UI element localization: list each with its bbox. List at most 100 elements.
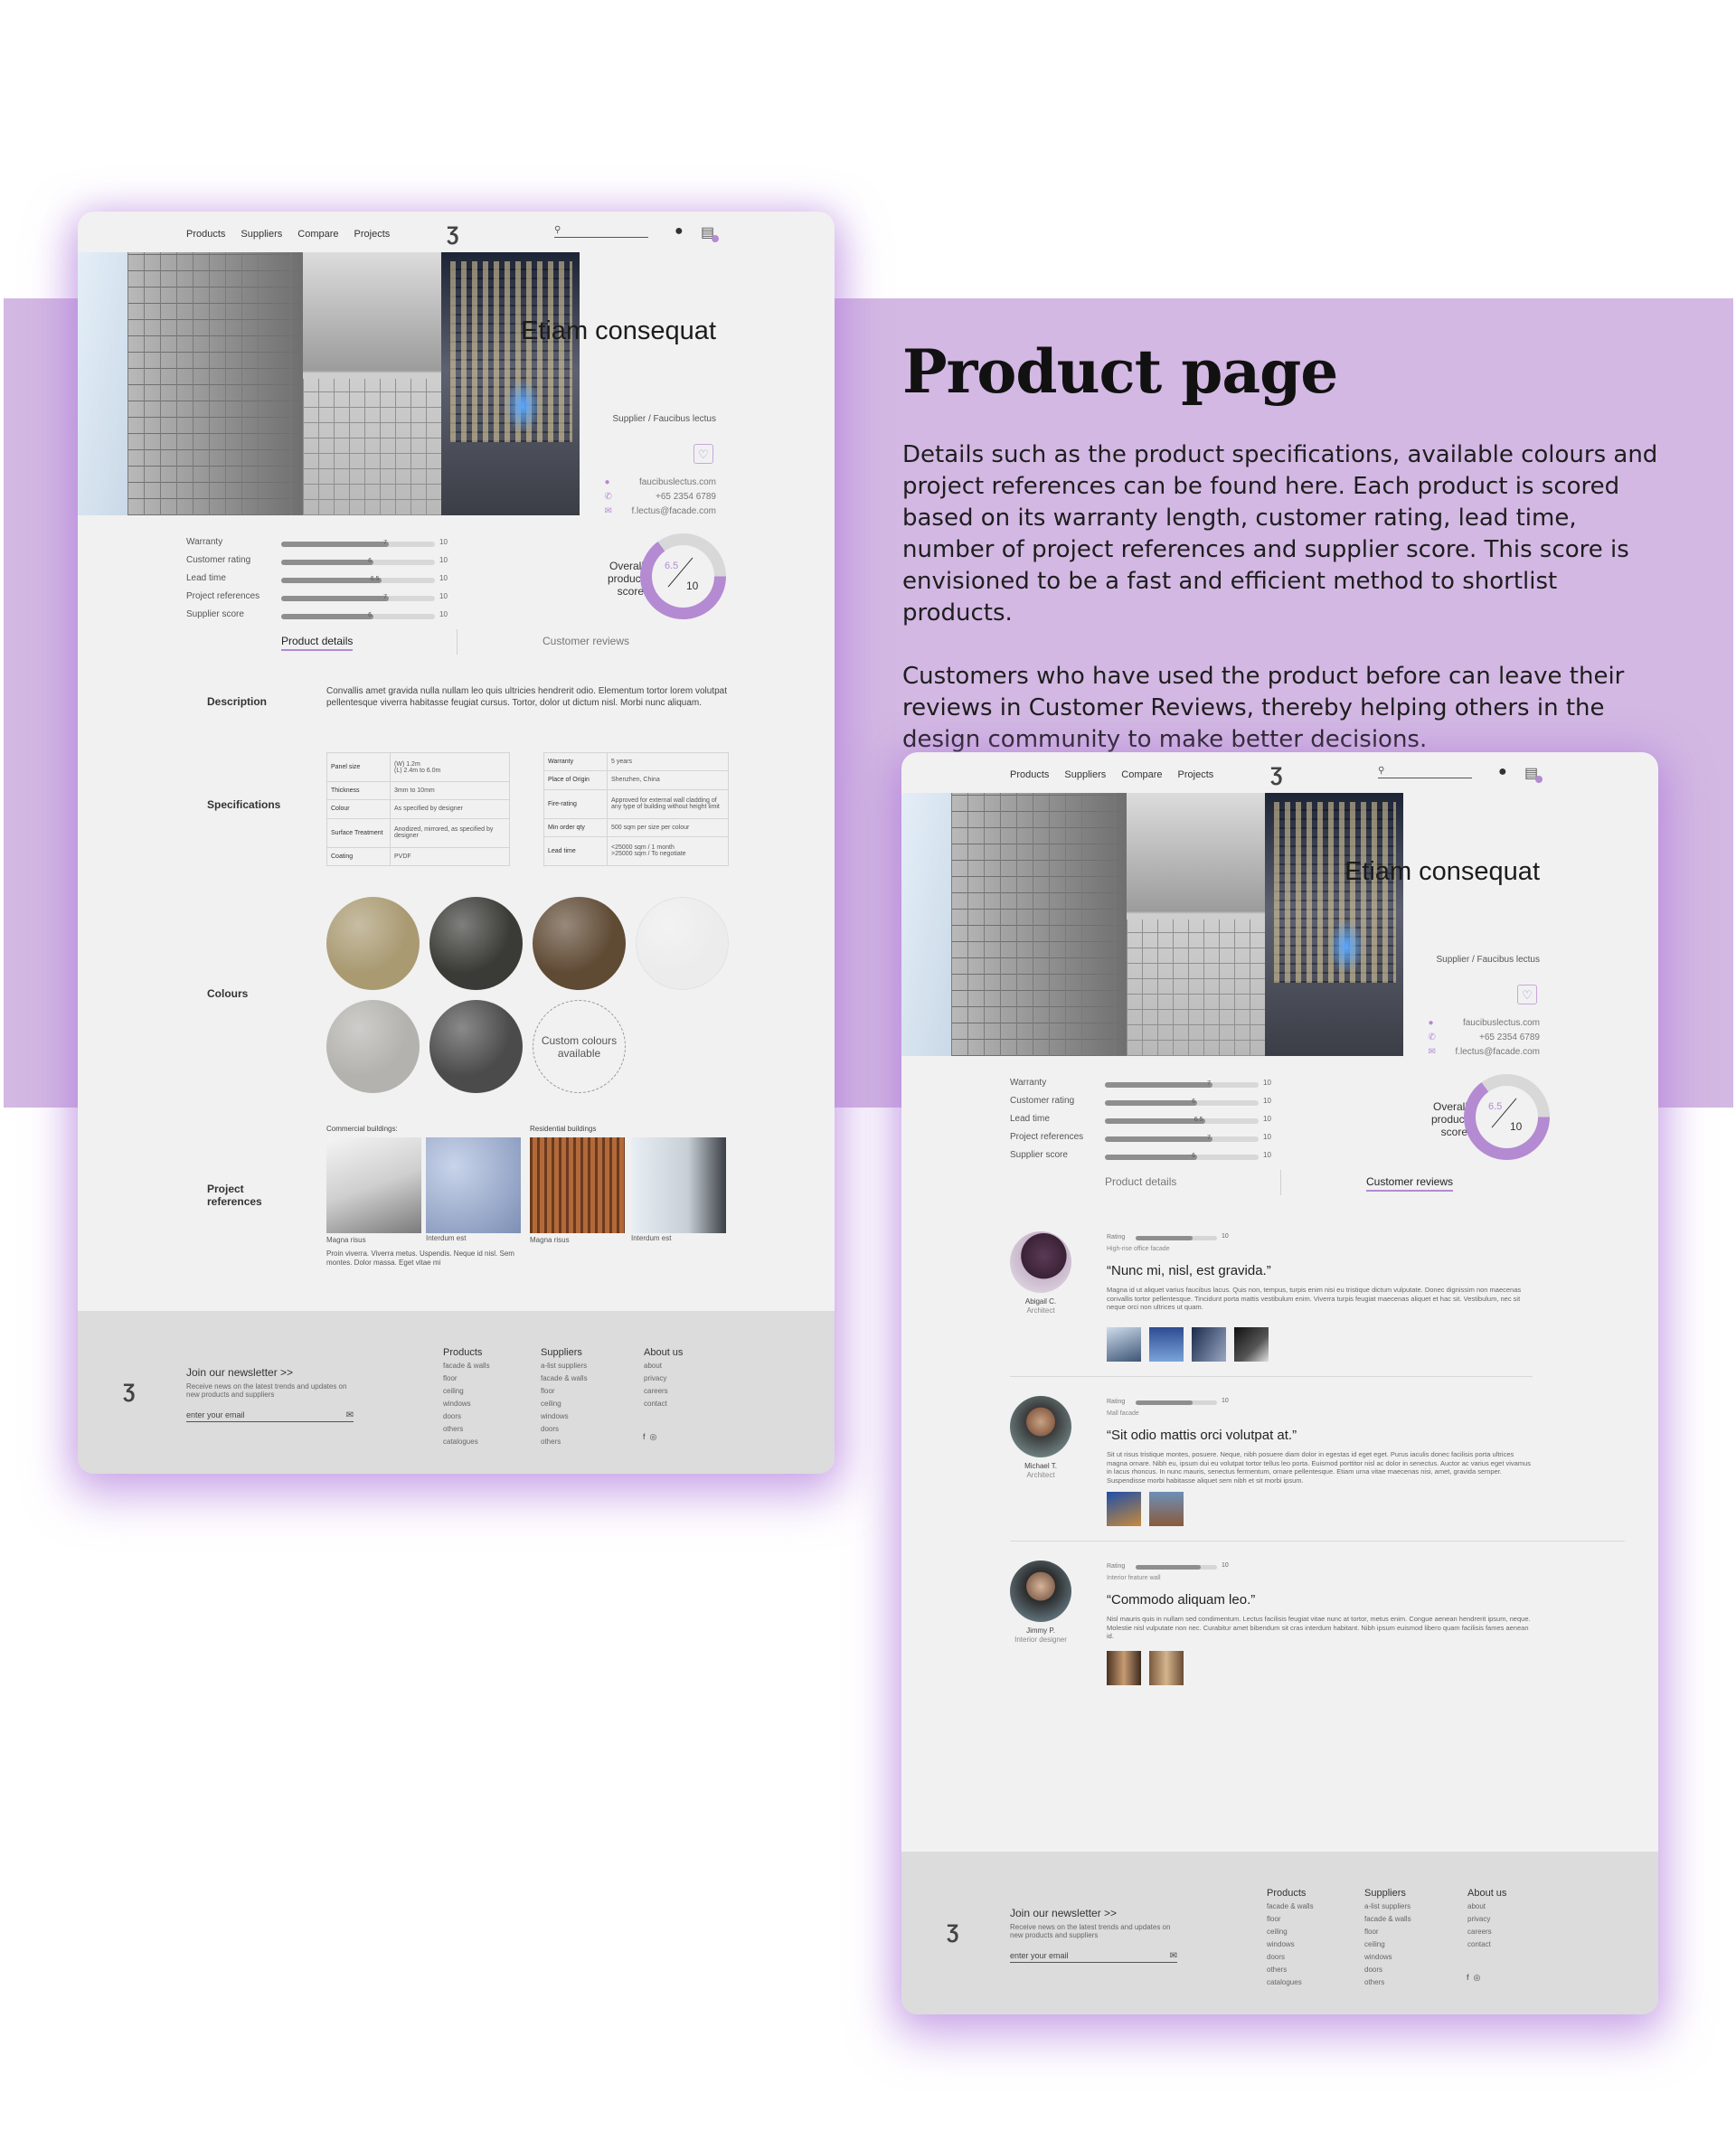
hero-image [901,793,1403,1056]
footer-link[interactable]: about [644,1360,683,1372]
product-supplier[interactable]: Supplier / Faucibus lectus [612,414,716,424]
footer-column-about: About us about privacy careers contact [644,1345,683,1410]
footer-link[interactable]: windows [541,1410,588,1423]
footer-link[interactable]: floor [541,1385,588,1398]
website-link[interactable]: faucibuslectus.com [639,477,716,487]
user-icon[interactable]: ● [675,223,684,240]
nav-link-compare[interactable]: Compare [297,229,338,240]
footer-link[interactable]: catalogues [1267,1976,1314,1989]
footer-link[interactable]: others [1364,1976,1411,1989]
newsletter-email-input[interactable]: enter your email ✉ [186,1410,354,1422]
footer-link[interactable]: a-list suppliers [541,1360,588,1372]
review-photo[interactable] [1192,1327,1226,1362]
rating-bar [1136,1236,1217,1240]
footer-link[interactable]: about [1467,1900,1506,1913]
review-photo[interactable] [1149,1651,1184,1685]
review-photo[interactable] [1149,1327,1184,1362]
review-photo[interactable] [1149,1492,1184,1526]
footer-link[interactable]: privacy [1467,1913,1506,1926]
logo[interactable]: Ʒ [447,222,458,246]
footer-link[interactable]: doors [1364,1964,1411,1976]
review-photo[interactable] [1107,1492,1141,1526]
footer-link[interactable]: contact [644,1398,683,1410]
logo[interactable]: Ʒ [1270,763,1282,787]
footer-link[interactable]: ceiling [1267,1926,1314,1938]
footer-logo[interactable]: Ʒ [947,1920,958,1944]
footer-link[interactable]: contact [1467,1938,1506,1951]
heart-icon[interactable]: ♡ [1517,985,1537,1004]
instagram-icon[interactable]: ◎ [1474,1973,1481,1982]
review-photo[interactable] [1107,1651,1141,1685]
email-link[interactable]: f.lectus@facade.com [1455,1047,1540,1057]
footer-link[interactable]: ceiling [443,1385,490,1398]
custom-colour-option[interactable]: Custom colours available [533,1000,626,1093]
nav-link-products[interactable]: Products [186,229,225,240]
envelope-icon[interactable]: ✉ [346,1410,354,1420]
newsletter-email-input[interactable]: enter your email ✉ [1010,1951,1177,1963]
footer-link[interactable]: facade & walls [1267,1900,1314,1913]
colour-swatch[interactable] [326,1000,420,1093]
footer-link[interactable]: windows [443,1398,490,1410]
facebook-icon[interactable]: f [1467,1973,1469,1982]
website-link[interactable]: faucibuslectus.com [1463,1018,1540,1028]
shortlist-icon[interactable]: ▤ [1524,764,1543,783]
footer-link[interactable]: facade & walls [541,1372,588,1385]
colour-swatch[interactable] [326,897,420,990]
colour-swatch[interactable] [429,897,523,990]
footer-link[interactable]: doors [541,1423,588,1436]
footer-link[interactable]: others [443,1423,490,1436]
footer-link[interactable]: floor [443,1372,490,1385]
footer-link[interactable]: a-list suppliers [1364,1900,1411,1913]
footer-link[interactable]: careers [1467,1926,1506,1938]
nav-link-compare[interactable]: Compare [1121,769,1162,780]
footer-link[interactable]: others [541,1436,588,1448]
tab-product-details[interactable]: Product details [281,635,354,651]
project-thumbnail[interactable] [326,1137,421,1233]
heart-icon[interactable]: ♡ [693,444,713,464]
facebook-icon[interactable]: f [643,1432,646,1441]
review-photo[interactable] [1107,1327,1141,1362]
metric-row: Supplier score 6 10 [186,609,448,619]
footer-link[interactable]: windows [1267,1938,1314,1951]
footer-link[interactable]: floor [1267,1913,1314,1926]
colour-swatch[interactable] [533,897,626,990]
footer-logo[interactable]: Ʒ [123,1380,135,1403]
project-thumbnail[interactable] [426,1137,521,1233]
tab-product-details[interactable]: Product details [1105,1175,1176,1188]
footer-link[interactable]: ceiling [541,1398,588,1410]
spec-key: Fire-rating [543,789,608,819]
footer-link[interactable]: others [1267,1964,1314,1976]
footer-link[interactable]: floor [1364,1926,1411,1938]
email-link[interactable]: f.lectus@facade.com [631,506,716,516]
colour-swatch[interactable] [429,1000,523,1093]
footer-link[interactable]: doors [1267,1951,1314,1964]
footer-link[interactable]: catalogues [443,1436,490,1448]
tab-customer-reviews[interactable]: Customer reviews [542,635,629,647]
footer-link[interactable]: careers [644,1385,683,1398]
footer-link[interactable]: facade & walls [1364,1913,1411,1926]
footer-link[interactable]: windows [1364,1951,1411,1964]
search-input[interactable]: ⚲ [1378,766,1472,778]
shortlist-icon[interactable]: ▤ [701,223,720,242]
envelope-icon[interactable]: ✉ [1170,1951,1177,1961]
nav-link-projects[interactable]: Projects [1178,769,1214,780]
colour-swatch[interactable] [636,897,729,990]
footer-link[interactable]: ceiling [1364,1938,1411,1951]
product-supplier[interactable]: Supplier / Faucibus lectus [1436,955,1540,965]
footer-link[interactable]: doors [443,1410,490,1423]
nav-link-projects[interactable]: Projects [354,229,391,240]
nav-link-suppliers[interactable]: Suppliers [241,229,282,240]
nav-link-products[interactable]: Products [1010,769,1049,780]
search-input[interactable]: ⚲ [554,225,648,238]
newsletter-title[interactable]: Join our newsletter >> [186,1366,293,1379]
newsletter-title[interactable]: Join our newsletter >> [1010,1907,1117,1919]
nav-link-suppliers[interactable]: Suppliers [1064,769,1106,780]
project-thumbnail[interactable] [631,1137,726,1233]
footer-link[interactable]: privacy [644,1372,683,1385]
footer-link[interactable]: facade & walls [443,1360,490,1372]
project-thumbnail[interactable] [530,1137,625,1233]
instagram-icon[interactable]: ◎ [650,1432,657,1441]
tab-customer-reviews[interactable]: Customer reviews [1366,1175,1454,1192]
user-icon[interactable]: ● [1498,764,1507,780]
review-photo[interactable] [1234,1327,1269,1362]
